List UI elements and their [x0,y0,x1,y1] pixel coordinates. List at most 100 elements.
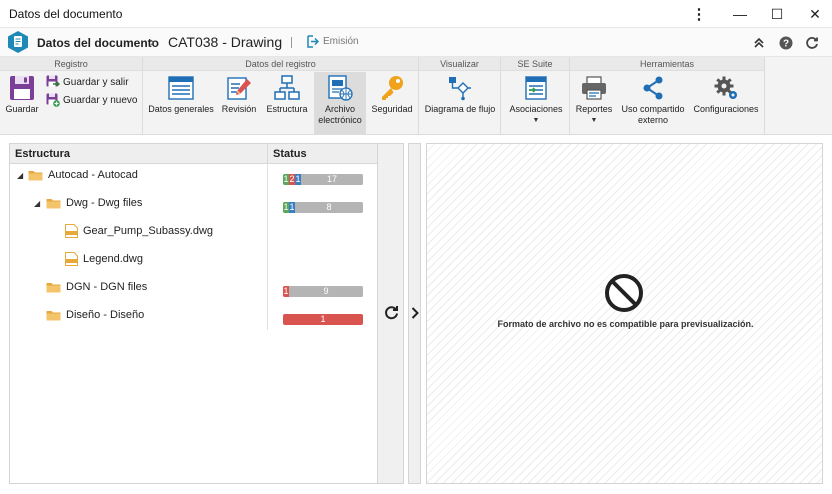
tree-node-label: Legend.dwg [83,253,143,265]
share-icon [643,76,663,100]
reports-label: Reportes [575,104,613,114]
tree-node-label: Dwg - Dwg files [66,197,143,209]
tree-row-dwg[interactable]: ◢ Dwg - Dwg files [10,193,268,213]
tree-node-label: Gear_Pump_Subassy.dwg [83,225,214,237]
associations-button[interactable]: Asociaciones ▼ [505,72,567,134]
settings-label: Configuraciones [693,104,759,114]
status-seg-gray: 17 [301,174,363,185]
tree-row-dgn[interactable]: DGN - DGN files [10,277,268,297]
status-bar: 1 1 8 [283,202,363,213]
header-divider [291,37,292,48]
external-share-button[interactable]: Uso compartido externo [618,72,688,134]
breadcrumb-chevron-icon: › [150,34,155,49]
column-header-structure[interactable]: Estructura [15,148,70,160]
document-header: Datos del documento › CAT038 - Drawing E… [0,28,832,57]
tree-node-label: Diseño - Diseño [66,309,145,321]
not-allowed-icon [605,274,643,312]
save-and-exit-button[interactable]: Guardar y salir [46,75,129,89]
refresh-preview-icon[interactable] [382,303,400,321]
minimize-button[interactable]: — [720,0,760,28]
emission-label: Emisión [323,36,359,47]
tree-row-diseno[interactable]: Diseño - Diseño [10,305,268,325]
document-title: CAT038 - Drawing [168,34,283,50]
save-label: Guardar [5,104,39,114]
refresh-icon[interactable] [803,34,821,52]
expand-preview-chevron-icon[interactable] [408,305,421,321]
status-bar: 1 2 1 17 [283,174,363,185]
printer-icon [582,76,606,100]
associations-label: Asociaciones [509,104,563,114]
form-list-icon [168,76,194,100]
ribbon-group-herramientas: Herramientas Reportes ▼ Uso compartido e… [570,57,765,135]
save-and-exit-label: Guardar y salir [63,76,129,88]
collapse-triangle-icon[interactable]: ◢ [17,171,25,180]
electronic-file-button[interactable]: Archivo electrónico [314,72,366,134]
status-bar: 1 9 [283,286,363,297]
maximize-button[interactable]: ☐ [757,0,797,28]
tree-row-file[interactable]: Legend.dwg [10,249,268,269]
flow-diagram-icon [449,77,471,101]
group-title: SE Suite [501,57,569,71]
emission-button[interactable]: Emisión [306,35,359,48]
help-icon[interactable]: ? [777,34,795,52]
ribbon-group-datos-registro: Datos del registro Datos generales Revis… [143,57,419,135]
svg-text:?: ? [783,39,789,50]
status-bar: 1 [283,314,363,325]
collapse-triangle-icon[interactable]: ◢ [34,199,42,208]
reports-button[interactable]: Reportes ▼ [573,72,615,134]
dwg-file-icon [65,224,78,238]
revision-label: Revisión [221,104,257,114]
collapse-up-icon[interactable] [750,34,768,52]
document-module-icon [8,31,28,53]
electronic-file-icon [328,75,353,101]
external-share-label-1: Uso compartido [621,104,685,114]
close-button[interactable]: ✕ [795,0,832,28]
group-title: Datos del registro [143,57,418,71]
folder-icon [28,170,43,180]
external-share-label-2: externo [637,115,669,125]
column-header-status[interactable]: Status [273,148,307,160]
column-divider [267,144,268,164]
tree-row-file[interactable]: Gear_Pump_Subassy.dwg [10,221,268,241]
preview-unsupported-message: Formato de archivo no es compatible para… [497,319,754,329]
status-seg-red: 1 [283,314,363,325]
window-title: Datos del documento [9,7,123,21]
revision-button[interactable]: Revisión [220,72,258,134]
module-title: Datos del documento [37,36,160,50]
structure-button[interactable]: Estructura [263,72,311,134]
dwg-file-icon [65,252,78,266]
settings-button[interactable]: Configuraciones [690,72,762,134]
structure-label: Estructura [266,104,308,114]
flow-diagram-button[interactable]: Diagrama de flujo [423,72,497,134]
folder-icon [46,198,61,208]
folder-icon [46,282,61,292]
security-label: Seguridad [371,104,413,114]
group-title: Visualizar [419,57,500,71]
tree-row-autocad[interactable]: ◢ Autocad - Autocad [10,165,268,185]
dropdown-caret-icon: ▼ [590,117,598,124]
more-options-button[interactable]: ⋮ [682,0,716,28]
general-data-label: Datos generales [148,104,214,114]
group-title: Registro [0,57,142,71]
save-new-icon [46,93,60,107]
folder-icon [46,310,61,320]
general-data-button[interactable]: Datos generales [147,72,215,134]
structure-table-header: Estructura Status [10,144,377,164]
save-and-new-button[interactable]: Guardar y nuevo [46,93,138,107]
group-title: Herramientas [570,57,764,71]
ribbon-group-registro: Registro Guardar Guardar y salir Guardar… [0,57,143,135]
associations-icon [525,76,547,100]
dropdown-caret-icon: ▼ [532,117,540,124]
file-preview-panel: Formato de archivo no es compatible para… [426,143,823,484]
status-seg-gray: 9 [289,286,363,297]
ribbon-toolbar: Registro Guardar Guardar y salir Guardar… [0,57,832,135]
electronic-file-label-2: electrónico [318,115,362,125]
ribbon-group-visualizar: Visualizar Diagrama de flujo [419,57,501,135]
key-icon [382,76,403,100]
save-button[interactable]: Guardar [4,72,40,134]
security-button[interactable]: Seguridad [369,72,415,134]
window-titlebar: Datos del documento ⋮ — ☐ ✕ [0,0,832,28]
gears-icon [714,76,737,99]
status-seg-gray: 8 [295,202,363,213]
flow-diagram-label: Diagrama de flujo [424,104,496,114]
